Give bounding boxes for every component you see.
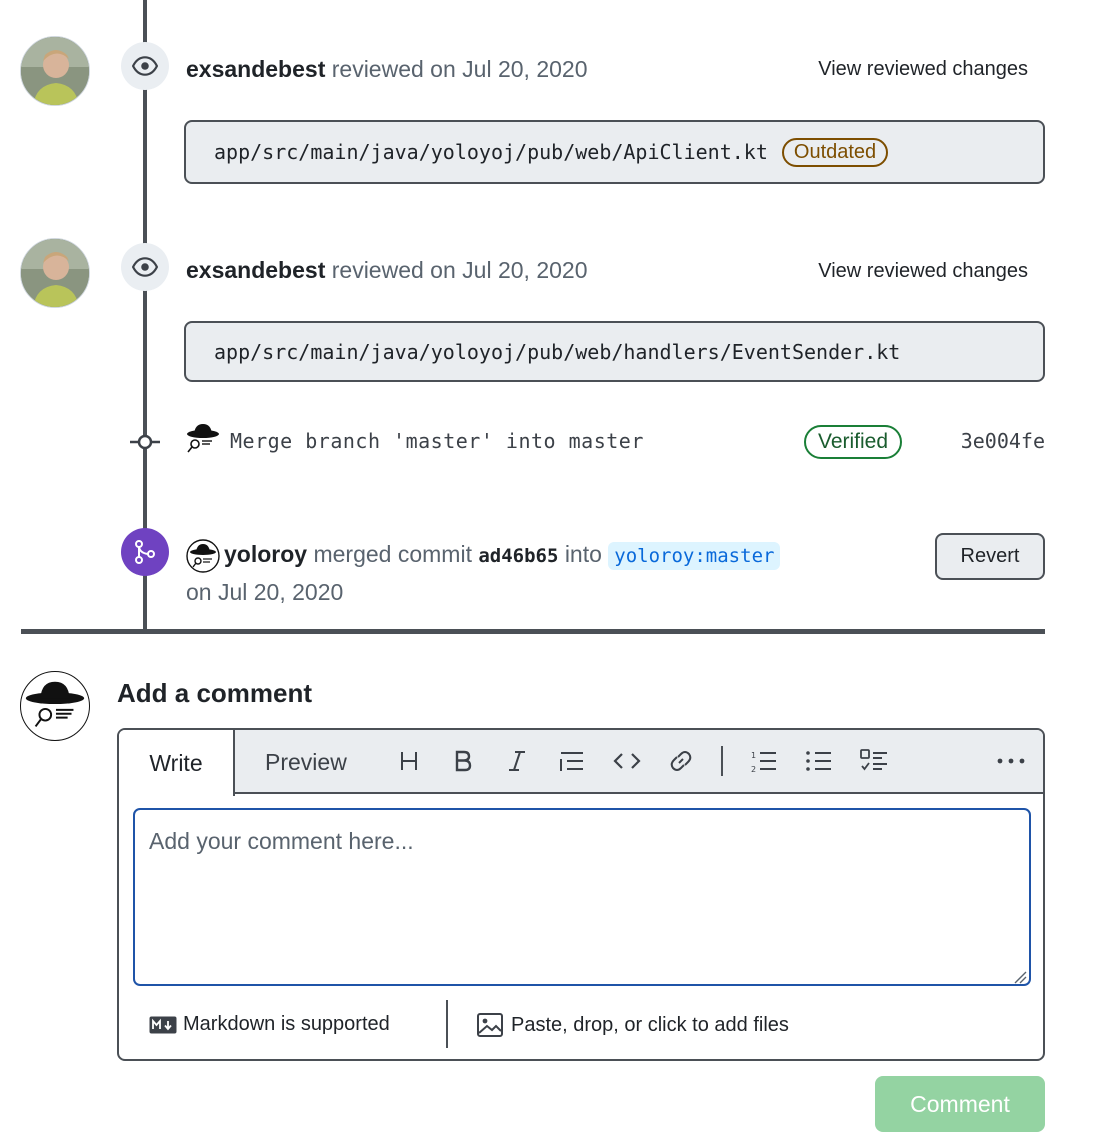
review-action: reviewed on Jul 20, 2020	[331, 56, 588, 82]
svg-text:2: 2	[751, 765, 756, 773]
markdown-note-text: Markdown is supported	[183, 1013, 390, 1035]
branch-label[interactable]: yoloroy:master	[608, 542, 781, 570]
review-action: reviewed on Jul 20, 2020	[331, 257, 588, 283]
comment-editor: Write Preview 12 Add your comment here..…	[117, 728, 1045, 1061]
quote-icon[interactable]	[557, 746, 587, 776]
merge-commit-sha[interactable]: ad46b65	[478, 545, 558, 567]
review-header: exsandebest reviewed on Jul 20, 2020	[186, 56, 587, 83]
link-icon[interactable]	[666, 746, 696, 776]
reviewed-file[interactable]: app/src/main/java/yoloyoj/pub/web/ApiCli…	[184, 120, 1045, 184]
commit-node-icon	[130, 434, 160, 450]
merge-action: merged commit	[313, 541, 472, 567]
merged-badge	[121, 528, 169, 576]
eye-icon	[132, 56, 158, 76]
merge-event: yoloroy merged commit ad46b65 into yolor…	[186, 536, 886, 610]
comment-button[interactable]: Comment	[875, 1076, 1045, 1132]
merge-author[interactable]: yoloroy	[224, 541, 307, 567]
revert-button[interactable]: Revert	[935, 533, 1045, 580]
italic-icon[interactable]	[502, 746, 532, 776]
file-path: app/src/main/java/yoloyoj/pub/web/ApiCli…	[214, 140, 768, 164]
review-author[interactable]: exsandebest	[186, 257, 325, 283]
editor-toolbar: Write Preview 12	[119, 730, 1043, 796]
avatar[interactable]	[20, 671, 90, 741]
unordered-list-icon[interactable]	[804, 746, 834, 776]
avatar[interactable]	[20, 238, 90, 308]
svg-text:1: 1	[751, 751, 756, 760]
more-icon[interactable]	[996, 746, 1026, 776]
bold-icon[interactable]	[448, 746, 478, 776]
task-list-icon[interactable]	[859, 746, 889, 776]
avatar[interactable]	[20, 36, 90, 106]
timeline-divider	[21, 629, 1045, 634]
attach-files-text: Paste, drop, or click to add files	[511, 1013, 789, 1036]
markdown-icon	[149, 1016, 177, 1033]
commit-sha[interactable]: 3e004fe	[961, 429, 1045, 453]
avatar[interactable]	[186, 539, 220, 573]
ordered-list-icon[interactable]: 12	[749, 746, 779, 776]
markdown-note[interactable]: Markdown is supported	[149, 1013, 390, 1036]
review-badge	[121, 243, 169, 291]
review-badge	[121, 42, 169, 90]
view-reviewed-changes-link[interactable]: View reviewed changes	[818, 58, 1028, 81]
view-reviewed-changes-link[interactable]: View reviewed changes	[818, 260, 1028, 283]
avatar[interactable]	[186, 422, 220, 454]
reviewed-file[interactable]: app/src/main/java/yoloyoj/pub/web/handle…	[184, 321, 1045, 382]
heading-icon[interactable]	[394, 746, 424, 776]
file-path: app/src/main/java/yoloyoj/pub/web/handle…	[214, 339, 901, 364]
git-merge-icon	[135, 540, 155, 564]
footer-divider	[446, 1000, 448, 1048]
eye-icon	[132, 257, 158, 277]
verified-badge[interactable]: Verified	[804, 425, 903, 459]
attach-files[interactable]: Paste, drop, or click to add files	[477, 1013, 789, 1037]
commit-message[interactable]: Merge branch 'master' into master	[230, 429, 644, 453]
commit-row: Merge branch 'master' into master Verifi…	[120, 420, 1045, 464]
toolbar-divider	[721, 746, 723, 776]
resize-handle-icon[interactable]	[1013, 970, 1027, 984]
image-icon	[477, 1013, 503, 1037]
comment-textarea[interactable]: Add your comment here...	[133, 808, 1031, 986]
outdated-badge: Outdated	[781, 137, 889, 167]
merge-into: into	[564, 541, 602, 567]
tab-write[interactable]: Write	[119, 730, 235, 796]
merge-date: on Jul 20, 2020	[186, 579, 344, 605]
review-header: exsandebest reviewed on Jul 20, 2020	[186, 257, 587, 284]
add-comment-title: Add a comment	[117, 678, 313, 708]
review-author[interactable]: exsandebest	[186, 56, 325, 82]
tab-preview[interactable]: Preview	[265, 749, 347, 776]
code-icon[interactable]	[612, 746, 642, 776]
